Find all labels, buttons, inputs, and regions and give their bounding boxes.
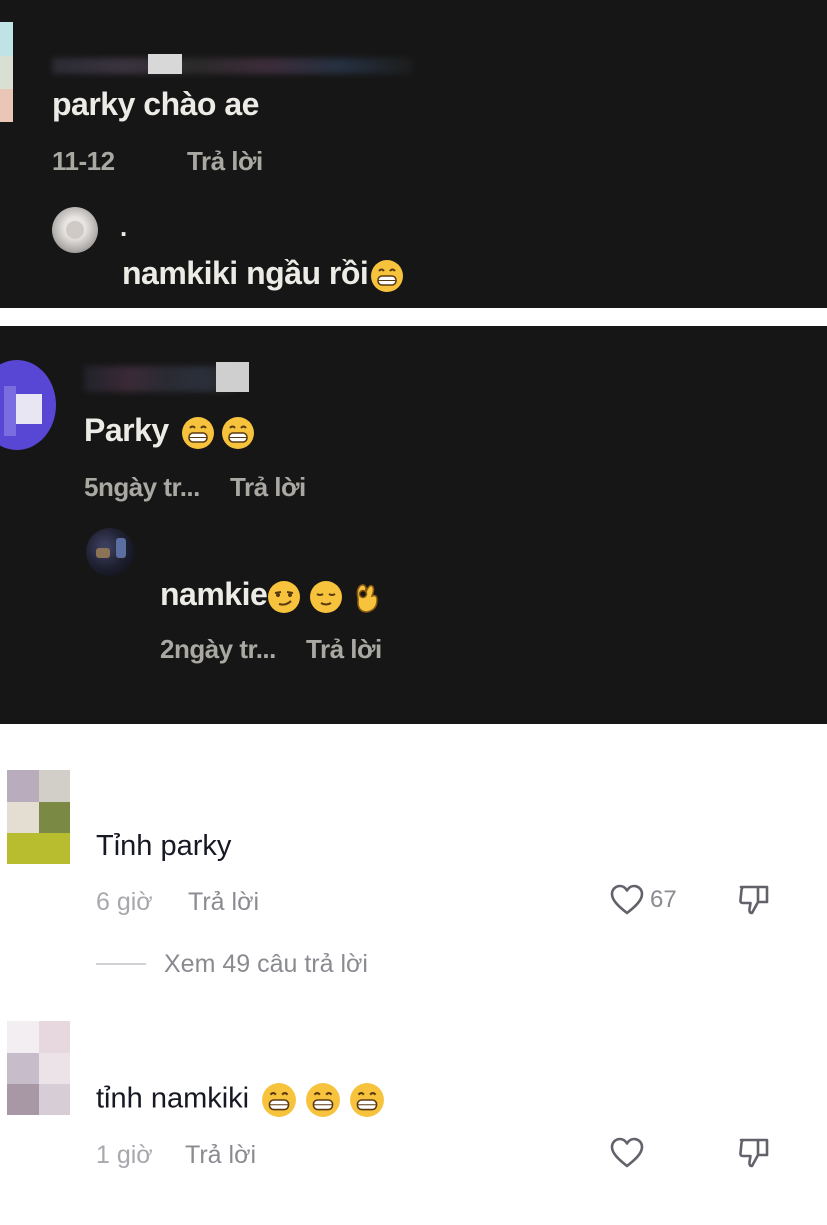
- grin-emoji: [349, 1082, 385, 1118]
- reply-text-content: namkiki ngầu rồi: [122, 255, 369, 291]
- avatar[interactable]: [0, 22, 13, 122]
- view-replies-button[interactable]: Xem 49 câu trả lời: [164, 950, 368, 979]
- dislike-icon[interactable]: [738, 1137, 770, 1169]
- ok-hand-emoji: [353, 580, 379, 614]
- comment-text: Tỉnh parky: [96, 830, 232, 862]
- smirk-emoji: [267, 580, 301, 614]
- grin-emoji: [305, 1082, 341, 1118]
- heart-icon: [610, 884, 644, 916]
- reply-button[interactable]: Trả lời: [185, 1141, 256, 1170]
- reply-text-content: namkie: [160, 576, 268, 612]
- username-redacted: [84, 366, 234, 392]
- grin-emoji: [221, 416, 255, 450]
- view-replies-divider: [96, 963, 146, 965]
- like-count: 67: [650, 886, 677, 913]
- comment-date: 11-12: [52, 146, 115, 176]
- comment-time: 1 giờ: [96, 1141, 153, 1169]
- reply-button[interactable]: Trả lời: [188, 888, 259, 917]
- reply-button[interactable]: Trả lời: [187, 146, 263, 177]
- avatar[interactable]: [7, 770, 70, 864]
- dark-panel-2: Parky 5ngày tr... Trả lời namkie 2ngày t…: [0, 326, 827, 724]
- comment-time: 5ngày tr...: [84, 472, 200, 502]
- dark-panel-1: parky chào ae 11-12 Trả lời . namkiki ng…: [0, 0, 827, 308]
- comment-time: 6 giờ: [96, 888, 153, 916]
- reply-text: namkiki ngầu rồi: [122, 255, 404, 293]
- reply-avatar[interactable]: [86, 528, 134, 576]
- reply-avatar[interactable]: [52, 207, 98, 253]
- grin-emoji: [370, 259, 404, 293]
- comment-text: parky chào ae: [52, 86, 259, 122]
- username-redacted-block: [216, 362, 249, 392]
- comment-text-content: tỉnh namkiki: [96, 1082, 250, 1115]
- like-button[interactable]: [610, 1137, 644, 1169]
- comment-text: tỉnh namkiki: [96, 1082, 385, 1118]
- reply-time: 2ngày tr...: [160, 634, 276, 664]
- relieved-emoji: [309, 580, 343, 614]
- avatar[interactable]: [0, 360, 56, 450]
- grin-emoji: [181, 416, 215, 450]
- heart-icon: [610, 1137, 644, 1169]
- comment-text-content: Parky: [84, 412, 169, 448]
- avatar[interactable]: [7, 1021, 70, 1115]
- reply-button[interactable]: Trả lời: [230, 472, 306, 503]
- like-button[interactable]: 67: [610, 884, 677, 916]
- reply-username: .: [120, 212, 128, 242]
- reply-button[interactable]: Trả lời: [306, 634, 382, 665]
- username-redacted: [52, 58, 412, 74]
- reply-text: namkie: [160, 576, 379, 614]
- dislike-icon[interactable]: [738, 884, 770, 916]
- username-redacted-block: [148, 54, 182, 74]
- grin-emoji: [261, 1082, 297, 1118]
- comment-text: Parky: [84, 412, 255, 450]
